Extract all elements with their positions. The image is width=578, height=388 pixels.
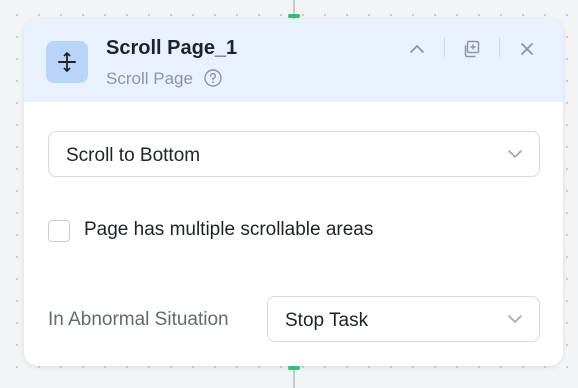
scroll-mode-select[interactable]: Scroll to Bottom — [48, 131, 540, 177]
header-divider — [444, 37, 445, 57]
abnormal-situation-label: In Abnormal Situation — [48, 309, 229, 330]
node-header: Scroll Page_1 Scroll Page — [24, 19, 563, 102]
abnormal-situation-value: Stop Task — [285, 310, 369, 331]
flow-connector-port-top[interactable] — [288, 14, 300, 18]
close-icon[interactable] — [516, 38, 538, 60]
copy-icon[interactable] — [461, 38, 483, 60]
header-divider — [499, 37, 500, 57]
node-subtitle: Scroll Page — [106, 69, 193, 88]
chevron-down-icon — [508, 315, 522, 323]
abnormal-situation-select[interactable]: Stop Task — [267, 296, 540, 342]
help-icon[interactable] — [204, 69, 222, 87]
scroll-mode-value: Scroll to Bottom — [66, 145, 201, 166]
scroll-page-node-card: Scroll Page_1 Scroll Page Scroll to Bott… — [24, 19, 563, 366]
multiple-areas-label[interactable]: Page has multiple scrollable areas — [84, 219, 373, 241]
chevron-down-icon — [508, 150, 522, 158]
flow-connector-port-bottom[interactable] — [288, 366, 300, 370]
chevron-up-icon[interactable] — [406, 38, 428, 60]
multiple-areas-checkbox[interactable] — [48, 220, 70, 242]
node-title: Scroll Page_1 — [106, 37, 238, 59]
scroll-vertical-icon — [46, 41, 88, 83]
